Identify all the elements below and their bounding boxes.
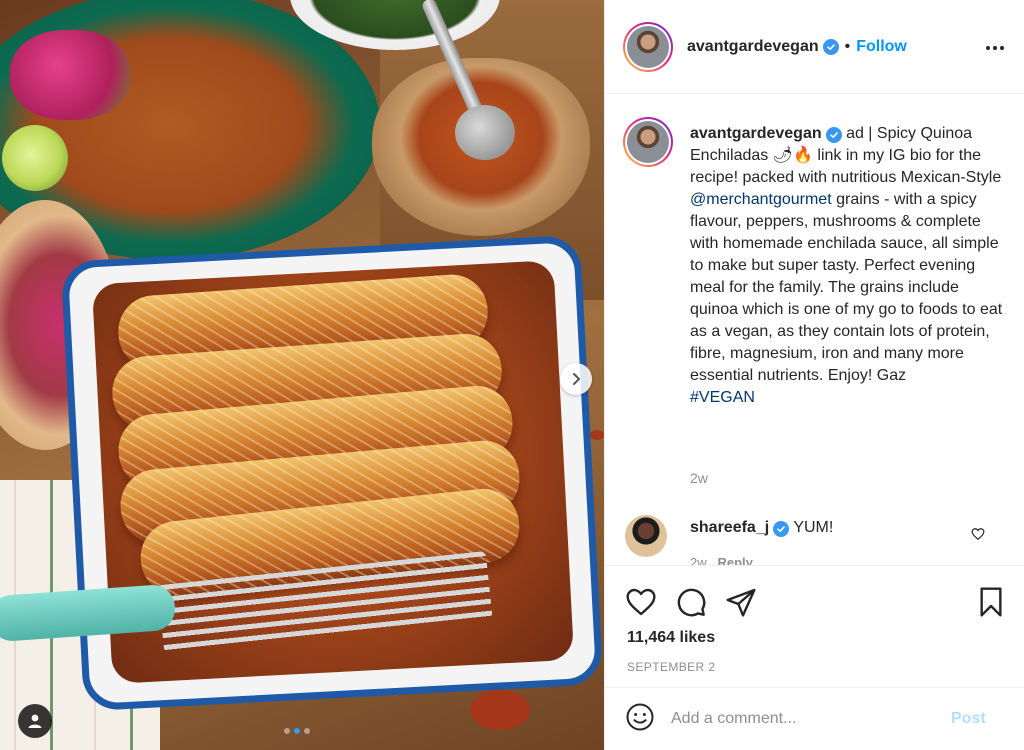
- carousel-dot-active: [294, 728, 300, 734]
- spoon-head: [455, 105, 515, 160]
- caption-mention[interactable]: @merchantgourmet: [690, 191, 832, 208]
- bookmark-icon: [980, 587, 1002, 617]
- post-date[interactable]: SEPTEMBER 2: [627, 660, 715, 674]
- follow-button[interactable]: Follow: [856, 38, 907, 56]
- post-header: avantgardevegan • Follow: [605, 0, 1024, 94]
- header-separator: •: [844, 37, 851, 55]
- more-options-icon[interactable]: [983, 36, 1007, 60]
- caption-timestamp[interactable]: 2w: [690, 470, 708, 486]
- comment-text: YUM!: [793, 519, 834, 536]
- post-panel: avantgardevegan • Follow avantgardevegan…: [604, 0, 1024, 750]
- comments-section: avantgardevegan ad | Spicy Quinoa Enchil…: [605, 95, 1024, 565]
- caption-avatar[interactable]: [623, 117, 673, 167]
- comment-username[interactable]: shareefa_j: [690, 519, 769, 536]
- caption-hashtag[interactable]: #VEGAN: [690, 389, 755, 406]
- commenter-avatar[interactable]: [625, 515, 667, 557]
- sauce-drip: [590, 430, 604, 440]
- lime-slice: [2, 125, 68, 191]
- caption: avantgardevegan ad | Spicy Quinoa Enchil…: [690, 123, 1006, 409]
- chevron-right-icon: [573, 373, 580, 385]
- emoji-icon: [626, 703, 654, 730]
- action-bar: 11,464 likes SEPTEMBER 2: [605, 565, 1024, 687]
- comment-icon: [677, 588, 706, 617]
- emoji-button[interactable]: [625, 702, 655, 737]
- comment-like-button[interactable]: [971, 527, 985, 546]
- sauce-drip: [470, 690, 530, 730]
- heart-icon: [971, 528, 985, 541]
- save-button[interactable]: [975, 586, 1007, 623]
- share-button[interactable]: [725, 586, 757, 623]
- add-comment-bar: Post: [605, 687, 1024, 750]
- red-cabbage: [10, 30, 130, 120]
- comment: shareefa_j YUM!: [690, 519, 833, 537]
- carousel-next-button[interactable]: [560, 363, 592, 395]
- caption-username[interactable]: avantgardevegan: [690, 125, 822, 142]
- author-avatar[interactable]: [623, 21, 673, 72]
- comment-input[interactable]: [671, 710, 941, 728]
- author-username[interactable]: avantgardevegan: [687, 38, 819, 56]
- like-button[interactable]: [625, 586, 657, 623]
- user-tag-icon: [28, 714, 42, 728]
- reply-button[interactable]: Reply: [717, 555, 752, 565]
- post-photo[interactable]: [0, 0, 604, 750]
- heart-icon: [626, 588, 656, 616]
- verified-icon: [822, 38, 839, 55]
- caption-text-continued: grains - with a spicy flavour, peppers, …: [690, 191, 1003, 384]
- carousel-indicator: [284, 728, 310, 734]
- comment-meta: 2w Reply: [690, 555, 753, 565]
- share-icon: [726, 588, 756, 617]
- likes-count[interactable]: 11,464 likes: [627, 629, 715, 647]
- tagged-users-button[interactable]: [18, 704, 52, 738]
- carousel-dot: [284, 728, 290, 734]
- comment-timestamp[interactable]: 2w: [690, 555, 707, 565]
- comment-button[interactable]: [675, 586, 707, 623]
- verified-icon: [773, 521, 790, 537]
- carousel-dot: [304, 728, 310, 734]
- post-comment-button[interactable]: Post: [951, 710, 986, 728]
- verified-icon: [825, 127, 842, 143]
